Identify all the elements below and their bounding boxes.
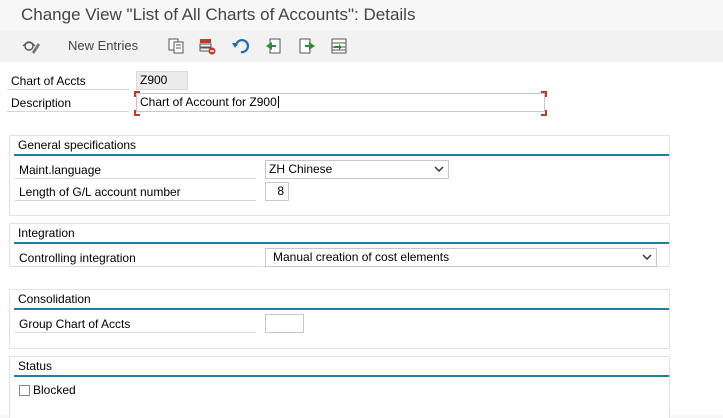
status-group: Status Blocked	[9, 356, 670, 418]
next-entry-icon[interactable]	[297, 37, 317, 55]
previous-entry-icon[interactable]	[264, 37, 284, 55]
controlling-integration-label: Controlling integration	[15, 249, 256, 267]
consolidation-title: Consolidation	[18, 292, 91, 306]
copy-icon[interactable]	[166, 37, 186, 55]
group-chart-of-accts-label: Group Chart of Accts	[15, 315, 256, 333]
description-label: Description	[7, 94, 129, 112]
blocked-checkbox[interactable]	[19, 385, 30, 396]
main-content: Chart of Accts Z900 Description Chart of…	[0, 62, 723, 418]
maint-language-select[interactable]: ZH Chinese	[265, 160, 449, 179]
group-divider	[14, 375, 669, 377]
focus-corner-tl	[134, 91, 140, 97]
blocked-label: Blocked	[33, 383, 76, 397]
undo-icon[interactable]	[231, 37, 251, 55]
group-divider	[14, 154, 669, 156]
chevron-down-icon	[642, 252, 652, 262]
maint-language-value: ZH Chinese	[269, 162, 333, 176]
group-divider	[14, 242, 669, 244]
focus-corner-bl	[134, 110, 140, 116]
display-change-icon[interactable]	[20, 37, 42, 55]
integration-group: Integration Controlling integration Manu…	[9, 223, 670, 267]
chart-of-accts-field: Z900	[136, 71, 188, 90]
text-cursor	[277, 96, 279, 108]
maint-language-label: Maint.language	[15, 161, 256, 179]
status-title: Status	[18, 359, 53, 373]
chart-of-accts-label: Chart of Accts	[7, 72, 129, 90]
focus-corner-br	[541, 110, 547, 116]
toolbar: New Entries	[0, 31, 723, 61]
controlling-integration-value: Manual creation of cost elements	[273, 250, 450, 264]
group-divider	[14, 308, 669, 310]
controlling-integration-select[interactable]: Manual creation of cost elements	[265, 248, 657, 267]
group-chart-of-accts-field[interactable]	[265, 314, 304, 333]
description-field[interactable]: Chart of Account for Z900	[136, 93, 545, 112]
focus-corner-tr	[541, 91, 547, 97]
gl-length-label: Length of G/L account number	[15, 183, 256, 201]
new-entries-button[interactable]: New Entries	[68, 38, 138, 53]
select-all-icon[interactable]	[329, 37, 349, 55]
general-specifications-group: General specifications Maint.language ZH…	[9, 135, 670, 216]
description-value: Chart of Account for Z900	[140, 95, 277, 109]
chevron-down-icon	[434, 164, 444, 174]
general-specifications-title: General specifications	[18, 138, 137, 152]
page-title: Change View "List of All Charts of Accou…	[21, 5, 416, 24]
integration-title: Integration	[18, 226, 75, 240]
gl-length-field[interactable]: 8	[265, 182, 289, 201]
delete-icon[interactable]	[197, 37, 217, 55]
consolidation-group: Consolidation Group Chart of Accts	[9, 289, 670, 349]
